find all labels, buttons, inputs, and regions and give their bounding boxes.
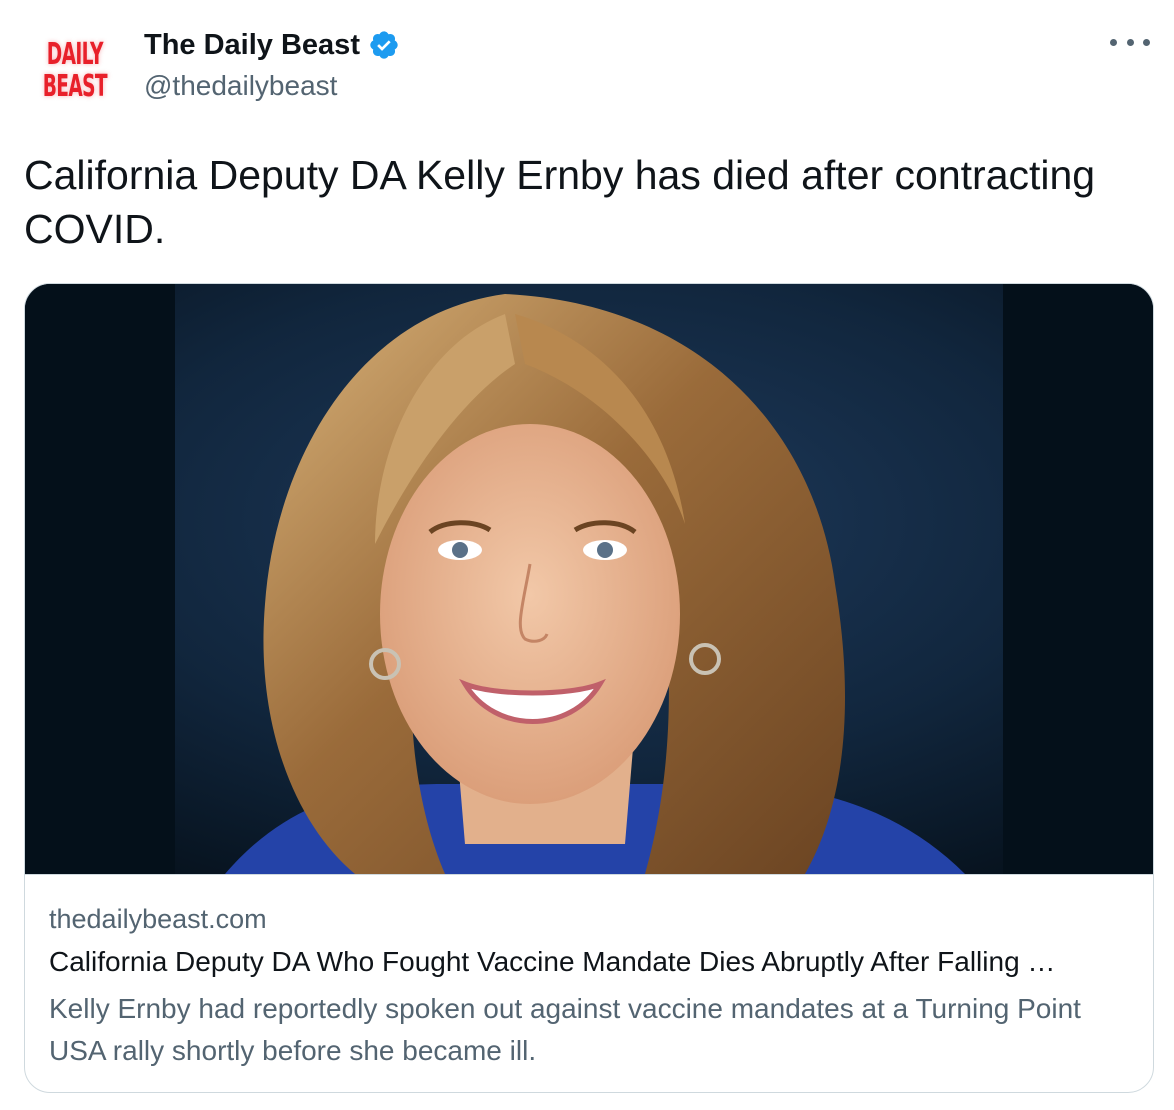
logo-line-1: DAILY [46, 37, 104, 72]
link-card-domain: thedailybeast.com [49, 904, 267, 934]
logo-line-2: BEAST [42, 69, 108, 104]
link-card[interactable]: thedailybeast.com California Deputy DA W… [24, 283, 1154, 1093]
link-card-title[interactable]: California Deputy DA Who Fought Vaccine … [49, 946, 1134, 978]
portrait-photo-icon [25, 284, 1153, 874]
verified-badge-icon [370, 31, 398, 59]
display-name[interactable]: The Daily Beast [144, 29, 360, 62]
name-row: The Daily Beast [144, 26, 400, 64]
dot [1126, 38, 1134, 46]
link-card-divider [25, 874, 1153, 875]
handle[interactable]: @thedailybeast [144, 70, 400, 102]
author-block: The Daily Beast @thedailybeast [144, 26, 400, 102]
tweet: DAILY BEAST The Daily Beast @thedailybea… [0, 0, 1174, 1110]
tweet-text: California Deputy DA Kelly Ernby has die… [24, 152, 1096, 252]
link-card-description: Kelly Ernby had reportedly spoken out ag… [49, 993, 1081, 1066]
dot [1110, 38, 1117, 46]
more-icon[interactable] [1110, 30, 1150, 54]
dot [1143, 38, 1150, 46]
link-card-image[interactable] [25, 284, 1153, 874]
avatar[interactable]: DAILY BEAST [28, 24, 122, 118]
daily-beast-logo: DAILY BEAST [42, 37, 108, 104]
